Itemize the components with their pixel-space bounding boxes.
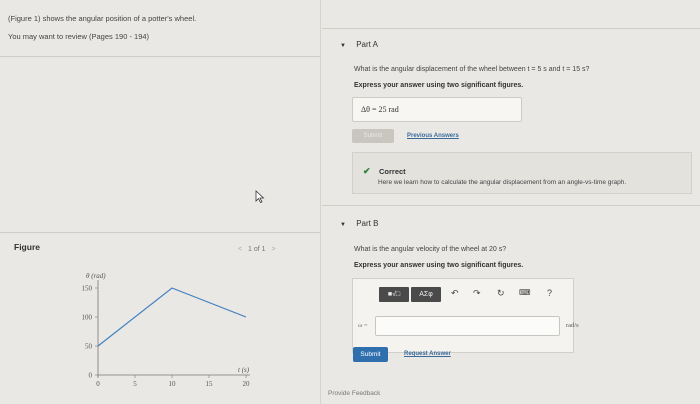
divider	[322, 205, 700, 206]
request-answer-link[interactable]: Request Answer	[404, 351, 451, 357]
panel-divider	[320, 0, 321, 404]
chevron-right-icon[interactable]: >	[272, 246, 276, 253]
unit-label: rad/s	[566, 322, 579, 329]
problem-intro: (Figure 1) shows the angular position of…	[8, 14, 196, 50]
keyboard-icon[interactable]: ⌨	[519, 288, 531, 297]
correct-explanation: Here we learn how to calculate the angul…	[378, 179, 627, 186]
templates-icon: ■√□	[387, 291, 401, 298]
redo-icon[interactable]: ↷	[473, 288, 481, 299]
correct-feedback-box: ✔ Correct Here we learn how to calculate…	[352, 152, 692, 194]
y-tick-label: 0	[89, 372, 93, 380]
help-button[interactable]: ?	[547, 288, 552, 298]
mouse-cursor-icon	[255, 190, 265, 204]
omega-label: ω =	[358, 322, 368, 329]
x-tick-label: 5	[133, 380, 137, 388]
x-tick-label: 20	[243, 380, 251, 388]
part-a-title: Part A	[356, 40, 378, 49]
correct-label: Correct	[379, 167, 406, 176]
x-axis-label: t (s)	[238, 366, 250, 374]
templates-button[interactable]: ■√□	[379, 287, 409, 302]
part-a-instruction: Express your answer using two significan…	[354, 82, 524, 89]
angular-velocity-input[interactable]	[375, 316, 560, 336]
x-tick-label: 15	[206, 380, 214, 388]
collapse-triangle-icon: ▼	[340, 222, 346, 228]
part-b-submit-button[interactable]: Submit	[353, 347, 388, 362]
collapse-triangle-icon: ▼	[340, 43, 346, 49]
divider	[0, 56, 320, 57]
figure-label: Figure	[14, 242, 40, 252]
y-tick-label: 150	[82, 285, 93, 293]
part-a-answer: Δθ = 25 rad	[361, 105, 399, 114]
divider	[322, 28, 700, 29]
angular-position-chart: 0 5 10 15 20 0 50 100 150 θ (rad) t (s)	[82, 272, 251, 388]
review-pages-text: You may want to review (Pages 190 - 194)	[8, 32, 150, 41]
previous-answers-link[interactable]: Previous Answers	[407, 133, 459, 139]
chevron-left-icon[interactable]: <	[238, 246, 242, 253]
y-tick-label: 100	[82, 314, 93, 322]
part-a-question: What is the angular displacement of the …	[354, 66, 590, 73]
part-a-header[interactable]: ▼ Part A	[340, 40, 378, 49]
part-b-instruction: Express your answer using two significan…	[354, 262, 524, 269]
part-a-submit-button[interactable]: Submit	[352, 129, 394, 143]
figure-pager: < 1 of 1 >	[234, 246, 280, 253]
y-axis-label: θ (rad)	[86, 272, 106, 280]
divider	[0, 232, 320, 233]
provide-feedback-link[interactable]: Provide Feedback	[328, 390, 380, 397]
checkmark-icon: ✔	[363, 166, 371, 176]
symbols-button[interactable]: ΑΣφ	[411, 287, 441, 302]
pager-text: 1 of 1	[248, 246, 266, 253]
part-b-title: Part B	[356, 219, 379, 228]
undo-icon[interactable]: ↶	[451, 288, 459, 299]
part-a-answer-box: Δθ = 25 rad	[352, 97, 522, 122]
series-line	[97, 287, 247, 347]
intro-text: (Figure 1) shows the angular position of…	[8, 14, 197, 23]
reset-icon[interactable]: ↻	[497, 288, 505, 299]
correct-header: ✔ Correct	[363, 161, 406, 179]
y-tick-label: 50	[85, 343, 93, 351]
part-b-question: What is the angular velocity of the whee…	[354, 246, 507, 253]
x-tick-label: 0	[96, 380, 100, 388]
part-b-header[interactable]: ▼ Part B	[340, 219, 378, 228]
x-tick-label: 10	[169, 380, 177, 388]
